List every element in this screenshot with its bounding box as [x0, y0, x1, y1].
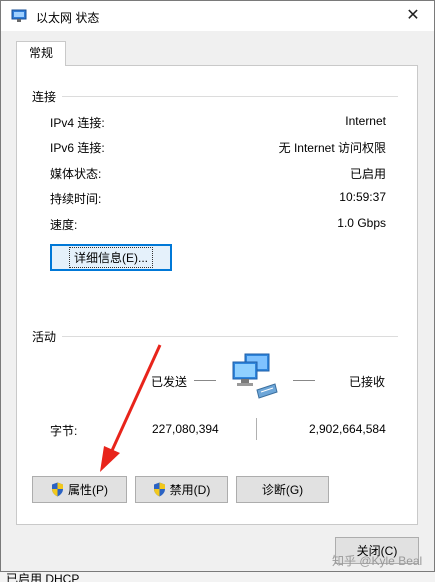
- general-tab-panel: [16, 65, 418, 525]
- network-computers-icon: [232, 353, 278, 399]
- properties-button[interactable]: 属性(P): [32, 476, 127, 503]
- connection-section-label: 连接: [32, 90, 57, 104]
- window-title: 以太网 状态: [36, 11, 100, 25]
- activity-section-label: 活动: [32, 330, 57, 344]
- network-adapter-icon: [11, 9, 27, 22]
- sent-label: 已发送: [151, 375, 188, 389]
- close-icon: ✕: [406, 7, 420, 24]
- bytes-sent-value: 227,080,394: [152, 422, 219, 436]
- title-bar: 以太网 状态 ✕: [1, 1, 434, 31]
- activity-divider: [62, 336, 398, 337]
- ethernet-status-dialog: 以太网 状态 ✕ 常规 连接 IPv4 连接: Internet IPv6 连接…: [0, 0, 435, 572]
- ipv4-label: IPv4 连接:: [50, 116, 105, 130]
- diagnose-button[interactable]: 诊断(G): [236, 476, 329, 503]
- received-dash: [293, 380, 315, 381]
- connection-divider: [62, 96, 398, 97]
- diagnose-button-label: 诊断(G): [261, 483, 304, 497]
- tab-general-label: 常规: [28, 46, 53, 60]
- tab-general[interactable]: 常规: [16, 41, 66, 66]
- media-state-value: 已启用: [349, 167, 386, 181]
- ipv4-value: Internet: [345, 114, 386, 128]
- disable-button[interactable]: 禁用(D): [135, 476, 228, 503]
- speed-label: 速度:: [50, 218, 78, 232]
- speed-value: 1.0 Gbps: [337, 216, 386, 230]
- sent-dash: [194, 380, 216, 381]
- bytes-separator: [256, 418, 257, 440]
- uac-shield-icon: [52, 482, 63, 497]
- details-button-label: 详细信息(E)...: [69, 247, 153, 268]
- details-button[interactable]: 详细信息(E)...: [50, 244, 172, 271]
- duration-label: 持续时间:: [50, 192, 102, 206]
- uac-shield-icon: [153, 482, 165, 497]
- duration-value: 10:59:37: [339, 190, 386, 204]
- received-label: 已接收: [349, 375, 386, 389]
- properties-button-label: 属性(P): [68, 483, 108, 497]
- close-window-button[interactable]: ✕: [400, 5, 426, 27]
- ipv6-label: IPv6 连接:: [50, 141, 105, 155]
- bytes-label: 字节:: [50, 424, 78, 438]
- media-state-label: 媒体状态:: [50, 167, 102, 181]
- disable-button-label: 禁用(D): [169, 483, 211, 497]
- ipv6-value: 无 Internet 访问权限: [278, 141, 386, 155]
- watermark: 知乎 @Kyle Beal: [332, 554, 423, 568]
- bytes-received-value: 2,902,664,584: [309, 422, 386, 436]
